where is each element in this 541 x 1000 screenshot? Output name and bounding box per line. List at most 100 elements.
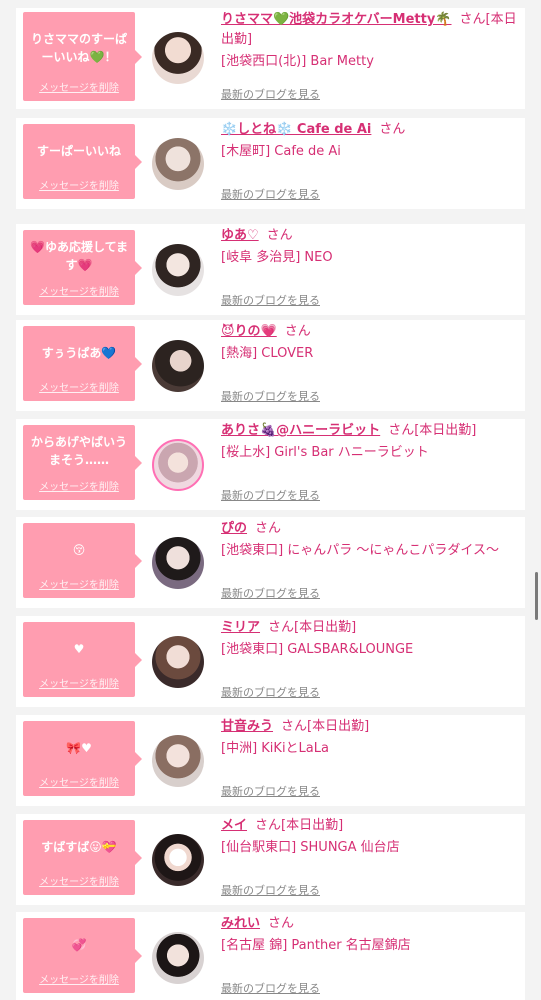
message-card: 💞 メッセージを削除 みれい さん [名古屋 錦] Panther 名古屋錦店 最… [16,912,525,1000]
profile-name-link[interactable]: ミリア [221,620,260,635]
profile-name-link[interactable]: メイ [221,818,247,833]
message-card: すぅうぱあ💙 メッセージを削除 😈りの💗 さん [熱海] CLOVER 最新のブロ… [16,320,525,411]
latest-blog-link[interactable]: 最新のブログを見る [221,884,320,898]
message-card: 💗ゆあ応援してます💗 メッセージを削除 ゆあ♡ さん [岐阜 多治見] NEO 最… [16,224,525,315]
shop-label: [岐阜 多治見] NEO [221,250,333,265]
message-card: すばすば😛💝 メッセージを削除 メイ さん[本日出勤] [仙台駅東口] SHUNG… [16,814,525,905]
message-text: 😚 [72,543,86,557]
delete-message-link[interactable]: メッセージを削除 [23,877,135,889]
honorific: さん [379,122,406,137]
profile-name-link[interactable]: ❄️しとね❄️ Cafe de Ai [221,122,371,137]
name-line: りさママ💚池袋カラオケバーMetty🌴 さん[本日出勤] [221,10,521,50]
message-bubble: すぅうぱあ💙 メッセージを削除 [23,326,142,401]
message-text: ♥ [73,642,85,656]
delete-message-link[interactable]: メッセージを削除 [23,482,135,494]
shop-label: [池袋東口] GALSBAR&LOUNGE [221,642,414,657]
shop-label: [池袋西口(北)] Bar Metty [221,54,374,69]
honorific: さん[本日出勤] [268,620,357,635]
delete-message-link[interactable]: メッセージを削除 [23,287,135,299]
profile-info: ミリア さん[本日出勤] [池袋東口] GALSBAR&LOUNGE [221,618,521,660]
profile-info: メイ さん[本日出勤] [仙台駅東口] SHUNGA 仙台店 [221,816,521,858]
name-line: ❄️しとね❄️ Cafe de Ai さん [221,120,521,140]
avatar[interactable] [152,340,204,392]
name-line: ゆあ♡ さん [221,226,521,246]
latest-blog-link[interactable]: 最新のブログを見る [221,294,320,308]
honorific: さん [255,521,282,536]
latest-blog-link[interactable]: 最新のブログを見る [221,188,320,202]
delete-message-link[interactable]: メッセージを削除 [23,181,135,193]
avatar[interactable] [152,537,204,589]
message-card: りさママのすーぱーいいね💚！ メッセージを削除 りさママ💚池袋カラオケバーMet… [16,8,525,109]
name-line: ぴの さん [221,519,521,539]
message-card: ♥ メッセージを削除 ミリア さん[本日出勤] [池袋東口] GALSBAR&LO… [16,616,525,707]
shop-label: [中洲] KiKiとLaLa [221,741,329,756]
message-bubble: 💗ゆあ応援してます💗 メッセージを削除 [23,230,142,305]
message-text: すぅうぱあ💙 [41,346,117,360]
message-text: すばすば😛💝 [41,840,117,854]
honorific: さん[本日出勤] [255,818,344,833]
shop-label: [名古屋 錦] Panther 名古屋錦店 [221,938,411,953]
message-card: からあげやばいうまそう…… メッセージを削除 ありさ🍇@ハニーラビット さん[本日… [16,419,525,510]
profile-name-link[interactable]: みれい [221,916,260,931]
shop-label: [桜上水] Girl's Bar ハニーラビット [221,445,429,460]
shop-label: [木屋町] Cafe de Ai [221,144,341,159]
avatar[interactable] [152,439,204,491]
avatar[interactable] [152,138,204,190]
delete-message-link[interactable]: メッセージを削除 [23,83,135,95]
latest-blog-link[interactable]: 最新のブログを見る [221,686,320,700]
message-card: 😚 メッセージを削除 ぴの さん [池袋東口] にゃんパラ 〜にゃんこパラダイス〜… [16,517,525,608]
profile-info: ぴの さん [池袋東口] にゃんパラ 〜にゃんこパラダイス〜 [221,519,521,561]
scrollbar-thumb[interactable] [535,572,538,620]
message-bubble: 😚 メッセージを削除 [23,523,142,598]
avatar[interactable] [152,244,204,296]
delete-message-link[interactable]: メッセージを削除 [23,383,135,395]
message-card: 🎀♥ メッセージを削除 甘音みう さん[本日出勤] [中洲] KiKiとLaLa … [16,715,525,806]
latest-blog-link[interactable]: 最新のブログを見る [221,88,320,102]
message-bubble: ♥ メッセージを削除 [23,622,142,697]
profile-info: 😈りの💗 さん [熱海] CLOVER [221,322,521,364]
profile-info: りさママ💚池袋カラオケバーMetty🌴 さん[本日出勤] [池袋西口(北)] Ba… [221,10,521,72]
message-card: すーぱーいいね メッセージを削除 ❄️しとね❄️ Cafe de Ai さん [木… [16,118,525,209]
profile-name-link[interactable]: 甘音みう [221,719,273,734]
latest-blog-link[interactable]: 最新のブログを見る [221,390,320,404]
profile-name-link[interactable]: ありさ🍇@ハニーラビット [221,423,380,438]
avatar[interactable] [152,636,204,688]
profile-name-link[interactable]: ゆあ♡ [221,228,259,243]
name-line: メイ さん[本日出勤] [221,816,521,836]
honorific: さん[本日出勤] [388,423,477,438]
honorific: さん [284,324,311,339]
latest-blog-link[interactable]: 最新のブログを見る [221,587,320,601]
message-text: 💞 [71,938,87,952]
shop-label: [仙台駅東口] SHUNGA 仙台店 [221,840,400,855]
profile-name-link[interactable]: りさママ💚池袋カラオケバーMetty🌴 [221,12,452,27]
delete-message-link[interactable]: メッセージを削除 [23,975,135,987]
shop-label: [熱海] CLOVER [221,346,314,361]
latest-blog-link[interactable]: 最新のブログを見る [221,489,320,503]
message-bubble: 💞 メッセージを削除 [23,918,142,993]
favorites-list: りさママのすーぱーいいね💚！ メッセージを削除 りさママ💚池袋カラオケバーMet… [0,0,541,1000]
profile-info: ありさ🍇@ハニーラビット さん[本日出勤] [桜上水] Girl's Bar ハニ… [221,421,521,463]
message-text: すーぱーいいね [36,144,121,158]
name-line: 甘音みう さん[本日出勤] [221,717,521,737]
avatar[interactable] [152,735,204,787]
honorific: さん[本日出勤] [281,719,370,734]
message-bubble: 🎀♥ メッセージを削除 [23,721,142,796]
honorific: さん [268,916,295,931]
delete-message-link[interactable]: メッセージを削除 [23,580,135,592]
message-text: りさママのすーぱーいいね💚！ [30,32,127,64]
avatar[interactable] [152,32,204,84]
profile-info: 甘音みう さん[本日出勤] [中洲] KiKiとLaLa [221,717,521,759]
delete-message-link[interactable]: メッセージを削除 [23,778,135,790]
delete-message-link[interactable]: メッセージを削除 [23,679,135,691]
latest-blog-link[interactable]: 最新のブログを見る [221,982,320,996]
message-text: 💗ゆあ応援してます💗 [30,240,128,272]
name-line: ミリア さん[本日出勤] [221,618,521,638]
profile-name-link[interactable]: ぴの [221,521,247,536]
latest-blog-link[interactable]: 最新のブログを見る [221,785,320,799]
message-bubble: りさママのすーぱーいいね💚！ メッセージを削除 [23,12,142,101]
profile-name-link[interactable]: 😈りの💗 [221,324,277,339]
avatar[interactable] [152,834,204,886]
profile-info: ❄️しとね❄️ Cafe de Ai さん [木屋町] Cafe de Ai [221,120,521,162]
name-line: ありさ🍇@ハニーラビット さん[本日出勤] [221,421,521,441]
avatar[interactable] [152,932,204,984]
